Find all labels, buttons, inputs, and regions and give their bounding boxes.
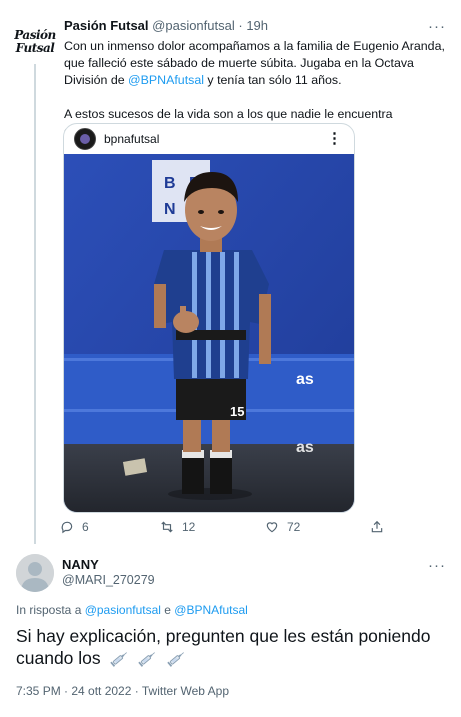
reply-author-name[interactable]: NANY bbox=[62, 557, 99, 572]
tweet-header: Pasión Futsal @pasionfutsal · 19h bbox=[64, 18, 268, 33]
replying-to-prefix: In risposta a bbox=[16, 603, 85, 617]
embed-username[interactable]: bpnafutsal bbox=[104, 132, 159, 146]
header-separator: · bbox=[238, 18, 243, 33]
heart-icon bbox=[266, 522, 278, 533]
reply-icon bbox=[61, 521, 73, 534]
reply-more-options-icon[interactable]: ··· bbox=[428, 557, 446, 574]
reply-action[interactable]: 6 bbox=[60, 520, 89, 534]
embed-avatar[interactable] bbox=[74, 128, 96, 150]
mention-link[interactable]: @BPNAfutsal bbox=[128, 73, 204, 87]
replying-to-joiner: e bbox=[160, 603, 175, 617]
syringe-icon bbox=[109, 652, 127, 668]
reply-tweet: NANY @MARI_270279 ··· In risposta a @pas… bbox=[0, 545, 461, 717]
shorts-number: 15 bbox=[230, 404, 244, 419]
embed-more-icon[interactable]: ⋮ bbox=[327, 129, 342, 147]
wall-letter-b: B bbox=[164, 175, 176, 192]
retweet-count: 12 bbox=[182, 520, 196, 534]
reply-avatar[interactable] bbox=[16, 554, 54, 592]
wall-letter-n: N bbox=[164, 201, 176, 218]
share-icon bbox=[371, 520, 383, 533]
replying-to-user2[interactable]: @BPNAfutsal bbox=[174, 603, 248, 617]
embed-header: bpnafutsal ⋮ bbox=[64, 124, 354, 154]
thread-connector-line bbox=[34, 64, 36, 544]
reply-text-body: Si hay explicación, pregunten que les es… bbox=[16, 626, 431, 668]
reply-count: 6 bbox=[82, 520, 89, 534]
syringe-icon bbox=[167, 652, 185, 668]
original-tweet: Pasión Futsal Pasión Futsal @pasionfutsa… bbox=[0, 0, 461, 545]
author-handle[interactable]: @pasionfutsal bbox=[152, 18, 235, 33]
retweet-action[interactable]: 12 bbox=[160, 520, 195, 534]
retweet-icon bbox=[161, 521, 173, 533]
reply-author-handle[interactable]: @MARI_270279 bbox=[62, 573, 155, 587]
like-action[interactable]: 72 bbox=[265, 520, 300, 534]
replying-to-line: In risposta a @pasionfutsal e @BPNAfutsa… bbox=[16, 603, 248, 617]
author-name[interactable]: Pasión Futsal bbox=[64, 18, 149, 33]
banner-logo-text-2: as bbox=[296, 439, 314, 456]
tweet-actions: 6 12 72 bbox=[60, 520, 400, 540]
syringe-emoji-group bbox=[106, 648, 188, 670]
banner-logo-text: as bbox=[296, 371, 314, 388]
embed-photo[interactable]: B P N A as as 15 bbox=[64, 154, 355, 513]
replying-to-user1[interactable]: @pasionfutsal bbox=[85, 603, 161, 617]
tweet-time[interactable]: 19h bbox=[246, 18, 268, 33]
like-count: 72 bbox=[287, 520, 301, 534]
embedded-instagram-post[interactable]: bpnafutsal ⋮ B P bbox=[63, 123, 355, 513]
avatar-logo-line1: Pasión bbox=[14, 27, 56, 42]
more-options-icon[interactable]: ··· bbox=[428, 18, 446, 35]
reply-timestamp-source[interactable]: 7:35 PM · 24 ott 2022 · Twitter Web App bbox=[16, 684, 229, 698]
author-avatar[interactable]: Pasión Futsal bbox=[14, 22, 56, 60]
share-action[interactable] bbox=[370, 520, 384, 534]
tweet-text-part2: y tenía tan sólo 11 años. bbox=[203, 73, 342, 87]
default-avatar-icon bbox=[16, 554, 54, 592]
avatar-logo-line2: Futsal bbox=[15, 40, 55, 55]
reply-text: Si hay explicación, pregunten que les es… bbox=[16, 625, 446, 670]
syringe-icon bbox=[138, 652, 156, 668]
